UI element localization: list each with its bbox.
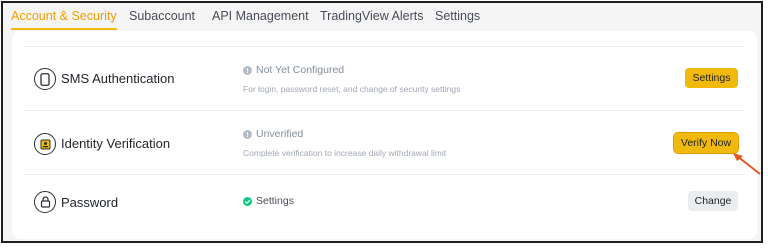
status-text: Settings: [256, 195, 294, 207]
row-description: For login, password reset, and change of…: [243, 84, 461, 94]
tab-bar: Account & Security Subaccount API Manage…: [3, 3, 761, 31]
phone-icon: [34, 68, 56, 90]
row-title: Identity Verification: [61, 136, 171, 151]
sms-settings-button[interactable]: Settings: [685, 68, 738, 88]
info-dot-icon: [243, 65, 252, 75]
security-row-sms: SMS Authentication Not Yet Configured Fo…: [24, 46, 745, 111]
identity-status: Unverified: [243, 128, 303, 140]
lock-icon: [34, 191, 56, 213]
tab-account-security[interactable]: Account & Security: [11, 9, 117, 30]
check-circle-icon: [243, 196, 252, 206]
row-title: Password: [61, 195, 119, 210]
security-settings-window: Account & Security Subaccount API Manage…: [1, 1, 763, 243]
tab-tradingview-alerts[interactable]: TradingView Alerts: [320, 9, 424, 23]
status-text: Unverified: [256, 128, 304, 140]
annotation-arrow-icon: [733, 153, 761, 175]
row-description: Complete verification to increase daily …: [243, 148, 447, 158]
sms-status: Not Yet Configured: [243, 64, 344, 76]
status-text: Not Yet Configured: [256, 64, 345, 76]
id-card-icon: [34, 133, 56, 155]
security-row-password: Password Settings Change: [24, 174, 745, 231]
info-dot-icon: [243, 129, 252, 139]
change-password-button[interactable]: Change: [688, 191, 738, 211]
password-status: Settings: [243, 195, 294, 207]
tab-settings[interactable]: Settings: [435, 9, 480, 23]
security-card: SMS Authentication Not Yet Configured Fo…: [12, 31, 757, 239]
row-title: SMS Authentication: [61, 71, 175, 86]
tab-api-management[interactable]: API Management: [212, 9, 309, 23]
security-row-identity: Identity Verification Unverified Complet…: [24, 110, 745, 175]
tab-subaccount[interactable]: Subaccount: [129, 9, 195, 23]
